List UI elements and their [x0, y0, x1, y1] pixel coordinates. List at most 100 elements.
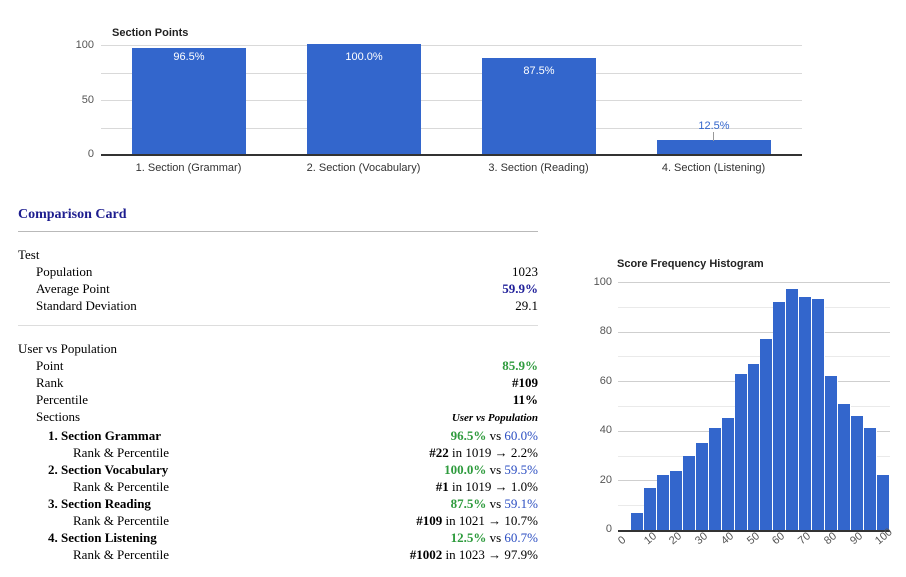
- histogram-bar[interactable]: [630, 512, 644, 530]
- histogram-bar[interactable]: [721, 418, 735, 530]
- histogram-y-tick-100: 100: [593, 276, 612, 288]
- table-row: Rank & Percentile #22 in 1019 → 2.2%: [18, 444, 538, 461]
- gridline: [618, 282, 890, 283]
- section-total-2: 1019: [465, 479, 492, 494]
- section-rank-label-3: Rank & Percentile: [73, 513, 170, 528]
- histogram-x-tick-80: 80: [822, 530, 840, 548]
- section-rank-2: #1: [435, 479, 449, 494]
- section-percentile-3: 10.7%: [504, 513, 538, 528]
- divider: [18, 325, 538, 327]
- x-axis-category-2: 2. Section (Vocabulary): [306, 162, 421, 174]
- histogram-x-tick-30: 30: [693, 530, 711, 548]
- x-axis-category-4: 4. Section (Listening): [661, 162, 766, 174]
- histogram-y-tick-60: 60: [599, 375, 612, 387]
- histogram-bar[interactable]: [773, 301, 787, 530]
- histogram-x-tick-70: 70: [796, 530, 814, 548]
- gridline: [101, 45, 802, 46]
- table-row: Rank #109: [18, 374, 538, 391]
- histogram-x-tick-10: 10: [642, 530, 660, 548]
- table-row: Percentile 11%: [18, 391, 538, 408]
- arrow-right-icon: →: [494, 445, 508, 460]
- group-label-test: Test: [18, 247, 40, 262]
- histogram-y-tick-40: 40: [599, 424, 612, 436]
- histogram-bar[interactable]: [864, 428, 878, 530]
- comparison-card-heading: Comparison Card: [18, 207, 127, 222]
- group-label-user-vs-population: User vs Population: [18, 341, 117, 356]
- histogram-bar[interactable]: [838, 403, 852, 530]
- table-row-group-header: User vs Population: [18, 340, 538, 357]
- section-vs-2: vs: [489, 462, 502, 477]
- section-user-score-4: 12.5%: [450, 530, 487, 545]
- section-rank-value-4: #1002 in 1023 → 97.9%: [299, 546, 538, 563]
- bar-label-section-grammar: 96.5%: [173, 51, 205, 63]
- x-axis-category-1: 1. Section (Grammar): [135, 162, 242, 174]
- histogram-bar[interactable]: [669, 470, 683, 530]
- histogram-x-tick-20: 20: [667, 530, 685, 548]
- section-population-score-3: 59.1%: [504, 496, 538, 511]
- histogram-x-tick-50: 50: [745, 530, 763, 548]
- section-rank-1: #22: [429, 445, 449, 460]
- histogram-bar[interactable]: [695, 443, 709, 530]
- histogram-bar[interactable]: [812, 299, 826, 530]
- group-value-empty: [418, 246, 538, 263]
- histogram-x-tick-40: 40: [719, 530, 737, 548]
- histogram-title: Score Frequency Histogram: [617, 258, 764, 270]
- section-in-3: in: [445, 513, 456, 528]
- section-total-1: 1019: [465, 445, 492, 460]
- row-label-sections: Sections: [36, 409, 81, 424]
- row-value-average-point: 59.9%: [502, 281, 538, 296]
- section-name-4: 4. Section Listening: [48, 530, 157, 545]
- row-value-percentile: 11%: [512, 392, 538, 407]
- section-population-score-4: 60.7%: [504, 530, 538, 545]
- section-name-2: 2. Section Vocabulary: [48, 462, 169, 477]
- histogram-bar[interactable]: [734, 373, 748, 530]
- row-value-rank: #109: [512, 375, 538, 390]
- bar-label-section-vocabulary: 100.0%: [345, 51, 383, 63]
- section-in-4: in: [445, 547, 456, 562]
- table-row: Standard Deviation 29.1: [18, 297, 538, 314]
- row-label-standard-deviation: Standard Deviation: [36, 298, 137, 313]
- arrow-right-icon: →: [488, 513, 502, 528]
- score-frequency-histogram: Score Frequency Histogram 100 80 60 40 2…: [580, 248, 906, 577]
- section-user-score-1: 96.5%: [450, 428, 487, 443]
- histogram-bar[interactable]: [708, 428, 722, 530]
- histogram-bar[interactable]: [682, 455, 696, 530]
- y-axis-tick-50: 50: [81, 94, 94, 106]
- section-total-3: 1021: [458, 513, 485, 528]
- histogram-bar[interactable]: [656, 475, 670, 530]
- row-label-percentile: Percentile: [36, 392, 88, 407]
- histogram-bar[interactable]: [747, 363, 761, 530]
- histogram-x-tick-90: 90: [848, 530, 866, 548]
- histogram-bar[interactable]: [786, 289, 800, 530]
- section-vs-4: vs: [489, 530, 502, 545]
- section-rank-label-2: Rank & Percentile: [73, 479, 170, 494]
- section-total-4: 1023: [458, 547, 485, 562]
- axis-baseline: [101, 154, 802, 156]
- row-label-rank: Rank: [36, 375, 64, 390]
- bar-section-grammar[interactable]: [132, 48, 246, 154]
- row-value-standard-deviation: 29.1: [515, 298, 538, 313]
- row-value-population: 1023: [512, 264, 538, 279]
- section-points-chart-title: Section Points: [112, 27, 189, 39]
- histogram-bar[interactable]: [760, 339, 774, 530]
- histogram-bar[interactable]: [825, 376, 839, 530]
- section-vs-1: vs: [489, 428, 502, 443]
- bar-section-listening[interactable]: [657, 140, 771, 154]
- histogram-bar[interactable]: [851, 415, 865, 530]
- section-score-1: 96.5% vs 60.0%: [299, 427, 538, 444]
- histogram-bar[interactable]: [643, 487, 657, 530]
- section-rank-value-2: #1 in 1019 → 1.0%: [299, 478, 538, 495]
- histogram-bar[interactable]: [877, 475, 890, 530]
- row-label-average-point: Average Point: [36, 281, 110, 296]
- histogram-x-tick-60: 60: [770, 530, 788, 548]
- table-row-group-header: Test: [18, 246, 538, 263]
- section-vs-3: vs: [489, 496, 502, 511]
- table-row: 2. Section Vocabulary 100.0% vs 59.5%: [18, 461, 538, 478]
- bar-label-section-reading: 87.5%: [523, 65, 555, 77]
- y-axis-tick-100: 100: [75, 39, 94, 51]
- x-axis-category-3: 3. Section (Reading): [488, 162, 589, 174]
- gridline: [618, 356, 890, 358]
- arrow-right-icon: →: [488, 547, 502, 562]
- histogram-bar[interactable]: [799, 296, 813, 530]
- section-rank-value-3: #109 in 1021 → 10.7%: [299, 512, 538, 529]
